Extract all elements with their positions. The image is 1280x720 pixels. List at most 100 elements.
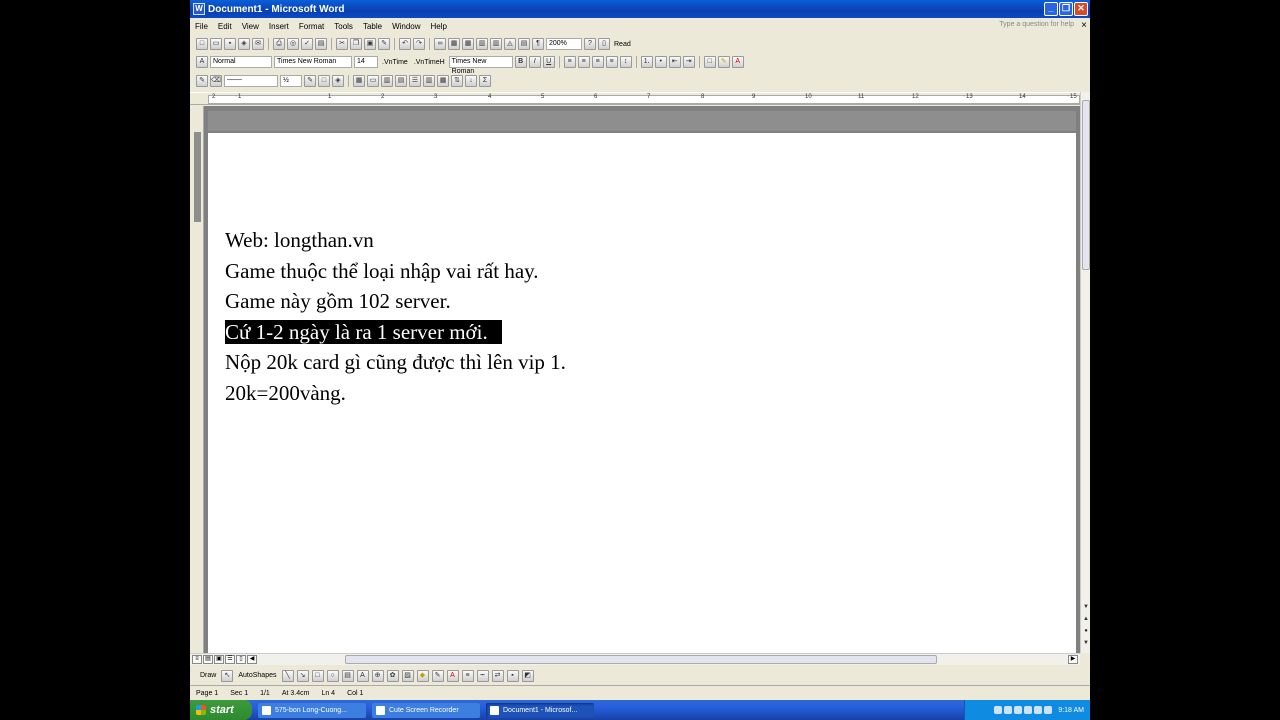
justify-icon[interactable]: ≡ bbox=[605, 56, 618, 68]
close-button[interactable]: ✕ bbox=[1074, 2, 1088, 16]
menu-help[interactable]: Help bbox=[426, 22, 452, 31]
tray-icon[interactable] bbox=[1004, 706, 1013, 714]
undo-icon[interactable]: ↶ bbox=[399, 38, 411, 50]
scroll-left-arrow-icon[interactable]: ◀ bbox=[247, 655, 257, 664]
line-spacing-icon[interactable]: ↕ bbox=[619, 56, 632, 68]
highlight-icon[interactable]: ✎ bbox=[717, 56, 730, 68]
web-layout-icon[interactable]: ▤ bbox=[203, 655, 213, 664]
increase-indent-icon[interactable]: ⇥ bbox=[682, 56, 695, 68]
fill-color-icon[interactable]: ◆ bbox=[416, 669, 429, 682]
format-painter-icon[interactable]: ✎ bbox=[378, 38, 390, 50]
copy-icon[interactable]: ❐ bbox=[350, 38, 362, 50]
align-left-icon[interactable]: ≡ bbox=[563, 56, 576, 68]
menu-view[interactable]: View bbox=[237, 22, 264, 31]
tray-icon[interactable] bbox=[994, 706, 1003, 714]
distribute-rows-icon[interactable]: ☰ bbox=[409, 75, 421, 87]
open-icon[interactable]: ▭ bbox=[210, 38, 222, 50]
sort-icon[interactable]: ↓ bbox=[465, 75, 477, 87]
drawing-icon[interactable]: ◬ bbox=[504, 38, 516, 50]
research-icon[interactable]: ▤ bbox=[315, 38, 327, 50]
zoom-select[interactable]: 200% bbox=[546, 38, 582, 50]
document-page[interactable]: Web: longthan.vn Game thuộc thể loại nhậ… bbox=[208, 133, 1076, 653]
show-hide-icon[interactable]: ¶ bbox=[532, 38, 544, 50]
start-button[interactable]: start bbox=[190, 700, 252, 720]
align-cell-icon[interactable]: ▤ bbox=[395, 75, 407, 87]
document-close-icon[interactable]: × bbox=[1081, 20, 1087, 31]
align-right-icon[interactable]: ≡ bbox=[591, 56, 604, 68]
print-preview-icon[interactable]: ◎ bbox=[287, 38, 299, 50]
horizontal-scroll-thumb[interactable] bbox=[345, 655, 937, 664]
menu-edit[interactable]: Edit bbox=[213, 22, 237, 31]
document-line[interactable]: Web: longthan.vn bbox=[225, 225, 566, 256]
insert-table-icon[interactable]: ▦ bbox=[462, 38, 474, 50]
taskbar-item-active[interactable]: Document1 - Microsof... bbox=[486, 702, 594, 718]
permission-icon[interactable]: ◈ bbox=[238, 38, 250, 50]
bullets-icon[interactable]: • bbox=[654, 56, 667, 68]
horizontal-ruler[interactable]: 1 2 1 2 3 4 5 6 7 8 9 10 11 12 13 14 15 bbox=[190, 92, 1090, 105]
new-document-icon[interactable]: □ bbox=[196, 38, 208, 50]
spelling-icon[interactable]: ✓ bbox=[301, 38, 313, 50]
normal-view-icon[interactable]: ≡ bbox=[192, 655, 202, 664]
previous-page-icon[interactable]: ▲ bbox=[1081, 616, 1090, 624]
restore-button[interactable]: ❐ bbox=[1059, 2, 1073, 16]
columns-icon[interactable]: ▥ bbox=[490, 38, 502, 50]
document-line[interactable]: Game này gồm 102 server. bbox=[225, 286, 566, 317]
select-browse-object-icon[interactable]: ● bbox=[1081, 628, 1090, 636]
vntime-font-button[interactable]: .VnTime bbox=[380, 59, 410, 66]
help-icon[interactable]: ? bbox=[584, 38, 596, 50]
menu-insert[interactable]: Insert bbox=[264, 22, 294, 31]
draw-table-icon[interactable]: ✎ bbox=[196, 75, 208, 87]
document-line[interactable]: Nộp 20k card gì cũng được thì lên vip 1. bbox=[225, 347, 566, 378]
cut-icon[interactable]: ✂ bbox=[336, 38, 348, 50]
border-color-icon[interactable]: ✎ bbox=[304, 75, 316, 87]
tray-icon[interactable] bbox=[1034, 706, 1043, 714]
document-body[interactable]: Web: longthan.vn Game thuộc thể loại nhậ… bbox=[225, 225, 566, 408]
next-page-icon[interactable]: ▼ bbox=[1081, 640, 1090, 648]
tray-icon[interactable] bbox=[1024, 706, 1033, 714]
menu-window[interactable]: Window bbox=[387, 22, 425, 31]
draw-menu-button[interactable]: Draw bbox=[198, 672, 218, 679]
selected-document-line[interactable]: Cứ 1-2 ngày là ra 1 server mới. bbox=[225, 317, 566, 348]
style-select[interactable]: Normal bbox=[210, 56, 272, 68]
email-icon[interactable]: ✉ bbox=[252, 38, 264, 50]
scroll-down-arrow-icon[interactable]: ▼ bbox=[1081, 604, 1090, 612]
reading-layout-icon[interactable]: ▯ bbox=[236, 655, 246, 664]
help-question-box[interactable]: Type a question for help bbox=[999, 21, 1074, 28]
line-color-icon[interactable]: ✎ bbox=[431, 669, 444, 682]
hyperlink-icon[interactable]: ∞ bbox=[434, 38, 446, 50]
redo-icon[interactable]: ↷ bbox=[413, 38, 425, 50]
border-icon[interactable]: □ bbox=[703, 56, 716, 68]
3d-icon[interactable]: ◩ bbox=[521, 669, 534, 682]
insert-table-icon[interactable]: ▦ bbox=[353, 75, 365, 87]
font-color-icon[interactable]: A bbox=[731, 56, 744, 68]
tray-icon[interactable] bbox=[1044, 706, 1053, 714]
clip-art-icon[interactable]: ✿ bbox=[386, 669, 399, 682]
text-box-icon[interactable]: ▤ bbox=[341, 669, 354, 682]
numbering-icon[interactable]: ⒈ bbox=[640, 56, 653, 68]
document-line[interactable]: 20k=200vàng. bbox=[225, 378, 566, 409]
autosum-icon[interactable]: Σ bbox=[479, 75, 491, 87]
tnr-font-button[interactable]: Times New Roman bbox=[448, 56, 513, 75]
font-size-select[interactable]: 14 bbox=[354, 56, 378, 68]
styles-icon[interactable]: A bbox=[196, 56, 208, 68]
autoformat-icon[interactable]: ▦ bbox=[437, 75, 449, 87]
taskbar-item[interactable]: Cute Screen Recorder bbox=[372, 702, 480, 718]
italic-button[interactable]: I bbox=[528, 56, 541, 68]
line-style-select[interactable]: ─── bbox=[224, 75, 278, 87]
diagram-icon[interactable]: ⊕ bbox=[371, 669, 384, 682]
align-center-icon[interactable]: ≡ bbox=[577, 56, 590, 68]
wordart-icon[interactable]: A bbox=[356, 669, 369, 682]
document-map-icon[interactable]: ▤ bbox=[518, 38, 530, 50]
text-direction-icon[interactable]: ⇅ bbox=[451, 75, 463, 87]
tables-borders-icon[interactable]: ▦ bbox=[448, 38, 460, 50]
minimize-button[interactable]: _ bbox=[1044, 2, 1058, 16]
horizontal-scrollbar[interactable]: ≡ ▤ ▣ ☰ ▯ ◀ ▶ bbox=[190, 653, 1080, 665]
menu-format[interactable]: Format bbox=[294, 22, 329, 31]
read-button[interactable]: Read bbox=[612, 41, 633, 48]
line-weight-select[interactable]: ½ bbox=[280, 75, 302, 87]
menu-file[interactable]: File bbox=[190, 22, 213, 31]
scroll-right-arrow-icon[interactable]: ▶ bbox=[1068, 655, 1078, 664]
line-style-icon[interactable]: ≡ bbox=[461, 669, 474, 682]
decrease-indent-icon[interactable]: ⇤ bbox=[668, 56, 681, 68]
taskbar-item[interactable]: 575-bon Long-Cuong... bbox=[258, 702, 366, 718]
